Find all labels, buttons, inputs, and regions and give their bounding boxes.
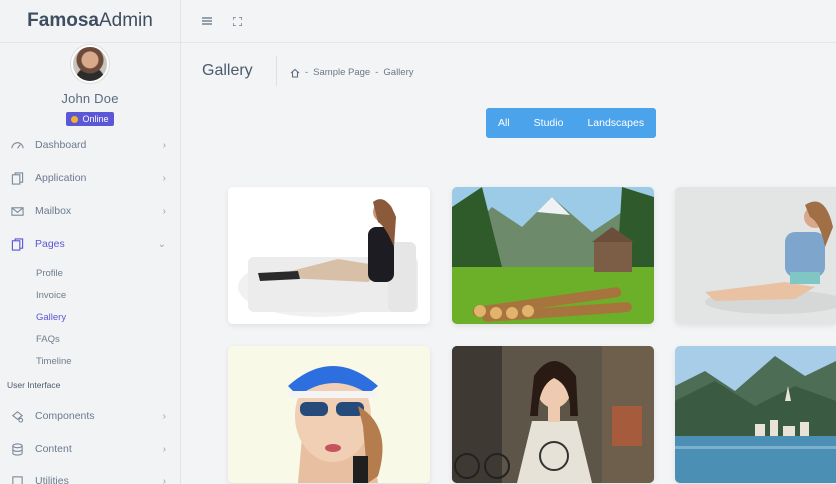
breadcrumb-separator: - [305, 67, 309, 78]
chevron-right-icon: › [162, 205, 166, 217]
brand-bold: Famosa [27, 10, 99, 31]
gallery-image [228, 187, 430, 324]
breadcrumb-link-sample-page[interactable]: Sample Page [313, 67, 370, 78]
components-icon [10, 409, 24, 423]
sidebar-subitem-timeline[interactable]: Timeline [36, 356, 72, 367]
gallery-item-studio-visor[interactable] [228, 346, 430, 483]
sidebar-item-label: Dashboard [35, 139, 87, 151]
filter-landscapes-button[interactable]: Landscapes [575, 108, 656, 138]
sidebar-item-content[interactable]: Content › [0, 434, 180, 464]
sidebar-subitem-profile[interactable]: Profile [36, 268, 63, 279]
gallery-image [452, 346, 654, 483]
gallery-item-landscape-lake[interactable] [675, 346, 836, 483]
gallery-image [228, 346, 430, 483]
gallery-image [675, 187, 836, 324]
mail-icon [10, 204, 24, 218]
sidebar-item-label: Content [35, 443, 72, 455]
gallery-item-studio-white-sofa[interactable] [228, 187, 430, 324]
gallery-filter-group: All Studio Landscapes [486, 108, 657, 138]
breadcrumb: - Sample Page - Gallery [290, 67, 413, 78]
dashboard-icon [10, 138, 24, 152]
sidebar-item-pages[interactable]: Pages ⌄ [0, 229, 180, 259]
gallery-item-studio-street[interactable] [452, 346, 654, 483]
filter-studio-button[interactable]: Studio [522, 108, 576, 138]
gallery-item-landscape-mountain-cabin[interactable] [452, 187, 654, 324]
topbar [181, 0, 836, 43]
brand-light: Admin [98, 10, 153, 31]
gallery-image [452, 187, 654, 324]
page-title: Gallery [202, 62, 253, 79]
sidebar-item-label: Pages [35, 238, 65, 250]
status-label: Online [82, 114, 109, 124]
content-icon [10, 442, 24, 456]
status-badge: Online [66, 112, 114, 126]
sidebar-subitem-invoice[interactable]: Invoice [36, 290, 66, 301]
sidebar-item-mailbox[interactable]: Mailbox › [0, 196, 180, 226]
gallery-image [675, 346, 836, 483]
chevron-down-icon: ⌄ [157, 238, 166, 250]
chevron-right-icon: › [162, 410, 166, 422]
sidebar-item-dashboard[interactable]: Dashboard › [0, 130, 180, 160]
sidebar-item-label: Application [35, 172, 87, 184]
sidebar-item-components[interactable]: Components › [0, 401, 180, 431]
user-panel: John Doe Online [0, 43, 180, 128]
sidebar-subitem-gallery[interactable]: Gallery [36, 312, 66, 323]
status-dot [71, 115, 79, 123]
avatar[interactable] [71, 45, 109, 83]
brand-logo[interactable]: Famosa Admin [0, 0, 180, 43]
chevron-right-icon: › [162, 139, 166, 151]
filter-all-button[interactable]: All [486, 108, 522, 138]
title-divider [276, 56, 277, 86]
chevron-right-icon: › [162, 475, 166, 484]
utilities-icon [10, 474, 24, 484]
chevron-right-icon: › [162, 172, 166, 184]
user-name: John Doe [61, 91, 119, 106]
breadcrumb-separator: - [375, 67, 379, 78]
chevron-right-icon: › [162, 443, 166, 455]
breadcrumb-current: Gallery [383, 67, 414, 78]
sidebar: Famosa Admin John Doe Online Dashboard › … [0, 0, 181, 484]
pages-icon [10, 237, 24, 251]
sidebar-item-label: Components [35, 410, 95, 422]
expand-icon[interactable] [230, 14, 244, 28]
sidebar-subitem-faqs[interactable]: FAQs [36, 334, 60, 345]
gallery-item-studio-denim[interactable] [675, 187, 836, 324]
sidebar-item-application[interactable]: Application › [0, 163, 180, 193]
home-icon[interactable] [290, 68, 300, 78]
sidebar-item-label: Utilities [35, 475, 69, 484]
sidebar-item-label: Mailbox [35, 205, 72, 217]
section-label-user-interface: User Interface [7, 380, 61, 390]
sidebar-item-utilities[interactable]: Utilities › [0, 466, 180, 484]
application-icon [10, 171, 24, 185]
hamburger-icon[interactable] [200, 14, 214, 28]
